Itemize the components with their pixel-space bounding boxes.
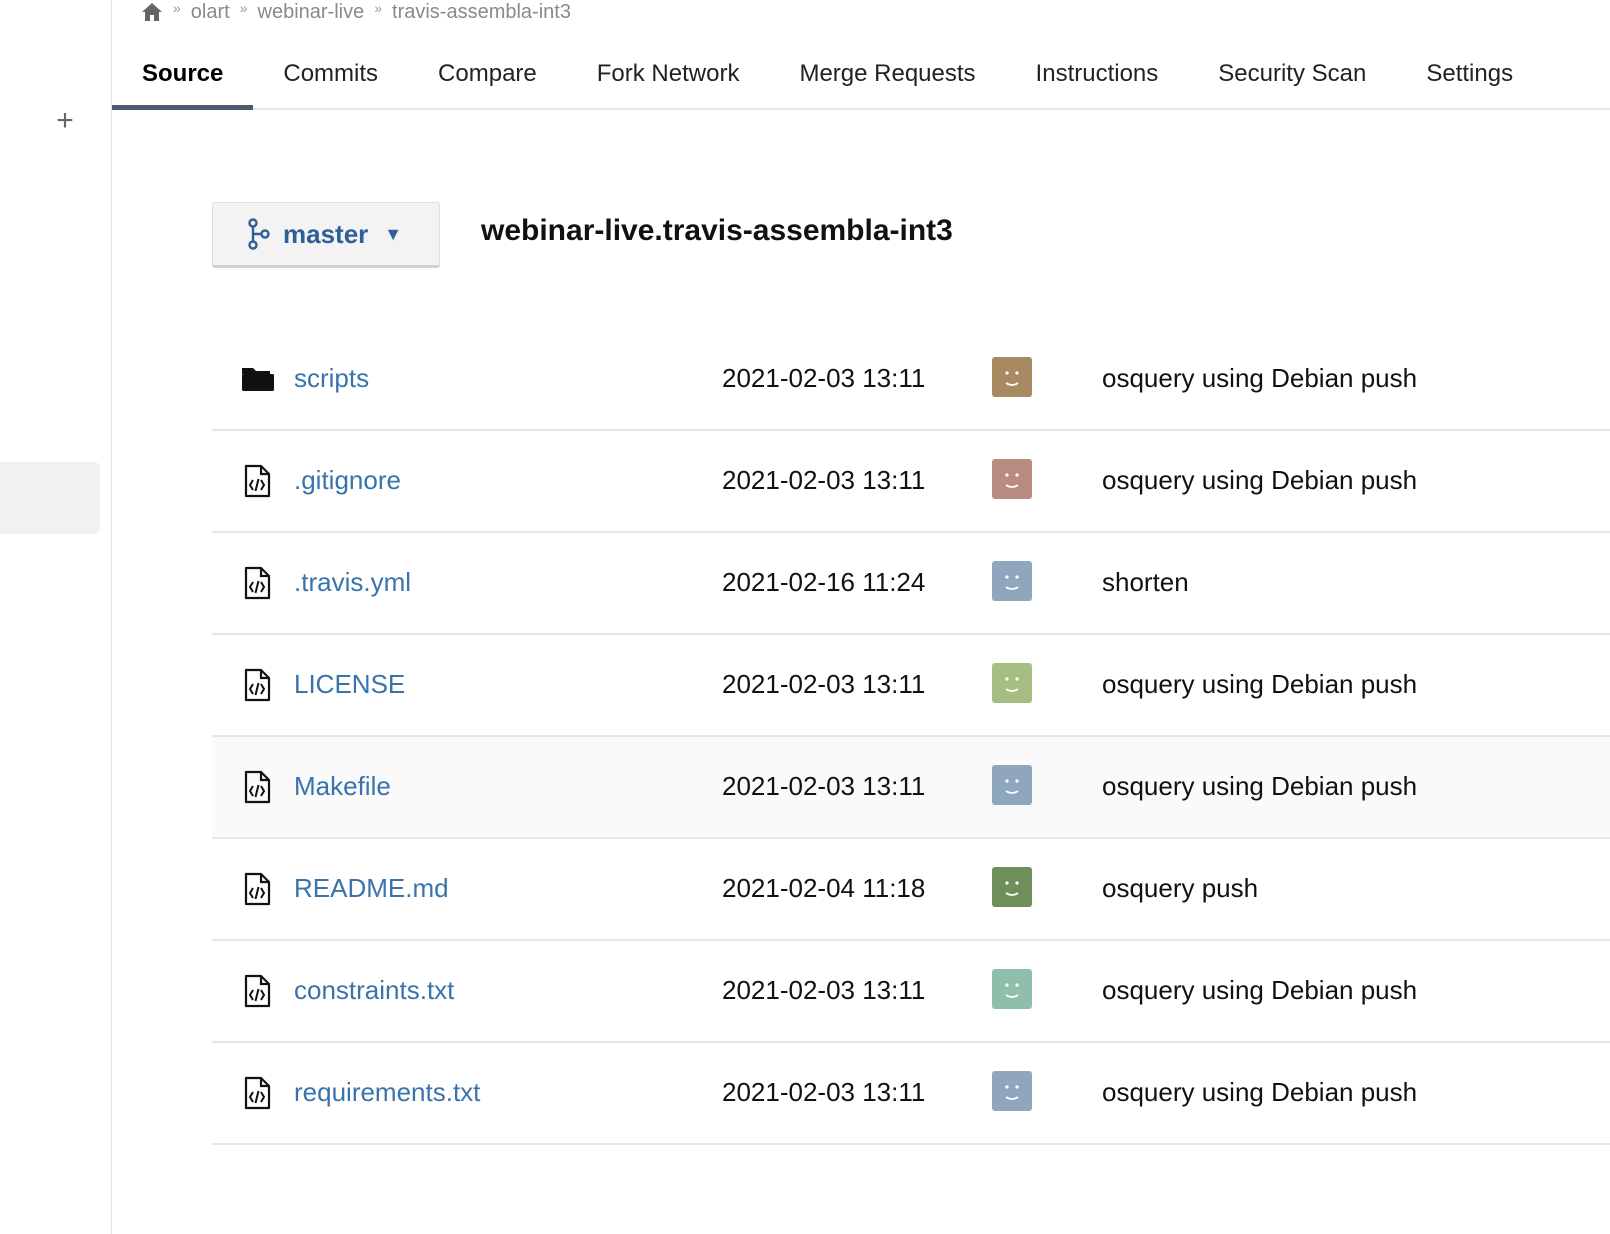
breadcrumb-separator: » (374, 0, 383, 16)
avatar[interactable] (992, 357, 1032, 397)
avatar[interactable] (992, 867, 1032, 907)
file-name-link[interactable]: Makefile (294, 771, 391, 802)
tab-instructions[interactable]: Instructions (1006, 50, 1189, 108)
tab-security-scan[interactable]: Security Scan (1188, 50, 1396, 108)
code-file-icon (240, 770, 276, 804)
avatar[interactable] (992, 1071, 1032, 1111)
tab-settings[interactable]: Settings (1396, 50, 1543, 108)
file-date: 2021-02-03 13:11 (722, 975, 926, 1005)
code-file-icon (240, 974, 276, 1008)
folder-icon (240, 362, 276, 396)
repo-tabs: Source Commits Compare Fork Network Merg… (112, 50, 1610, 110)
commit-message: shorten (1102, 567, 1189, 597)
file-name-link[interactable]: scripts (294, 363, 369, 394)
commit-message: osquery using Debian push (1102, 465, 1418, 495)
tab-compare[interactable]: Compare (408, 50, 567, 108)
tab-merge-requests[interactable]: Merge Requests (769, 50, 1005, 108)
branch-label: master (283, 218, 369, 249)
code-file-icon (240, 872, 276, 906)
file-date: 2021-02-03 13:11 (722, 363, 926, 393)
file-row[interactable]: .gitignore 2021-02-03 13:11 osquery using … (212, 431, 1610, 533)
branch-icon (248, 218, 270, 250)
repo-title: webinar-live.travis-assembla-int3 (481, 214, 953, 247)
breadcrumb-separator: » (173, 0, 181, 16)
code-file-icon (240, 464, 276, 498)
file-row[interactable]: Makefile 2021-02-03 13:11 osquery using De… (212, 737, 1610, 839)
sidebar-selected-slot[interactable] (0, 462, 100, 534)
avatar[interactable] (992, 561, 1032, 601)
file-date: 2021-02-16 11:24 (722, 567, 926, 597)
file-name-link[interactable]: .travis.yml (294, 567, 411, 598)
file-name-link[interactable]: constraints.txt (294, 975, 454, 1006)
tab-fork-network[interactable]: Fork Network (567, 50, 770, 108)
code-file-icon (240, 1076, 276, 1110)
file-date: 2021-02-03 13:11 (722, 1077, 926, 1107)
file-date: 2021-02-04 11:18 (722, 873, 926, 903)
file-row[interactable]: README.md 2021-02-04 11:18 osquery push (212, 839, 1610, 941)
code-file-icon (240, 668, 276, 702)
breadcrumb-separator: » (239, 0, 248, 16)
tab-commits[interactable]: Commits (253, 50, 408, 108)
file-row[interactable]: scripts 2021-02-03 13:11 osquery using Deb… (212, 329, 1610, 431)
file-name-link[interactable]: requirements.txt (294, 1077, 480, 1108)
chevron-down-icon: ▼ (384, 223, 403, 244)
home-icon[interactable] (141, 2, 163, 22)
breadcrumb: » olart » webinar-live » travis-assembla… (141, 0, 571, 24)
breadcrumb-item-owner[interactable]: olart (191, 1, 230, 24)
commit-message: osquery using Debian push (1102, 363, 1418, 393)
file-list: scripts 2021-02-03 13:11 osquery using Deb… (212, 329, 1610, 1145)
tab-source[interactable]: Source (112, 50, 254, 110)
plus-icon[interactable]: + (52, 106, 78, 136)
file-name-link[interactable]: .gitignore (294, 465, 401, 496)
breadcrumb-item-repo[interactable]: travis-assembla-int3 (392, 1, 571, 24)
file-row[interactable]: .travis.yml 2021-02-16 11:24 shorten (212, 533, 1610, 635)
avatar[interactable] (992, 969, 1032, 1009)
branch-selector-button[interactable]: master ▼ (212, 202, 440, 268)
commit-message: osquery using Debian push (1102, 975, 1418, 1005)
commit-message: osquery using Debian push (1102, 669, 1418, 699)
file-row[interactable]: constraints.txt 2021-02-03 13:11 osquery u… (212, 941, 1610, 1043)
file-date: 2021-02-03 13:11 (722, 771, 926, 801)
file-row[interactable]: LICENSE 2021-02-03 13:11 osquery using Deb… (212, 635, 1610, 737)
file-date: 2021-02-03 13:11 (722, 465, 926, 495)
commit-message: osquery using Debian push (1102, 771, 1418, 801)
file-name-link[interactable]: LICENSE (294, 669, 405, 700)
avatar[interactable] (992, 765, 1032, 805)
avatar[interactable] (992, 459, 1032, 499)
breadcrumb-item-project[interactable]: webinar-live (258, 1, 365, 24)
file-date: 2021-02-03 13:11 (722, 669, 926, 699)
file-name-link[interactable]: README.md (294, 873, 449, 904)
file-row[interactable]: requirements.txt 2021-02-03 13:11 osquery … (212, 1043, 1610, 1145)
commit-message: osquery push (1102, 873, 1259, 903)
code-file-icon (240, 566, 276, 600)
avatar[interactable] (992, 663, 1032, 703)
commit-message: osquery using Debian push (1102, 1077, 1418, 1107)
left-sidebar: + (0, 0, 112, 1234)
